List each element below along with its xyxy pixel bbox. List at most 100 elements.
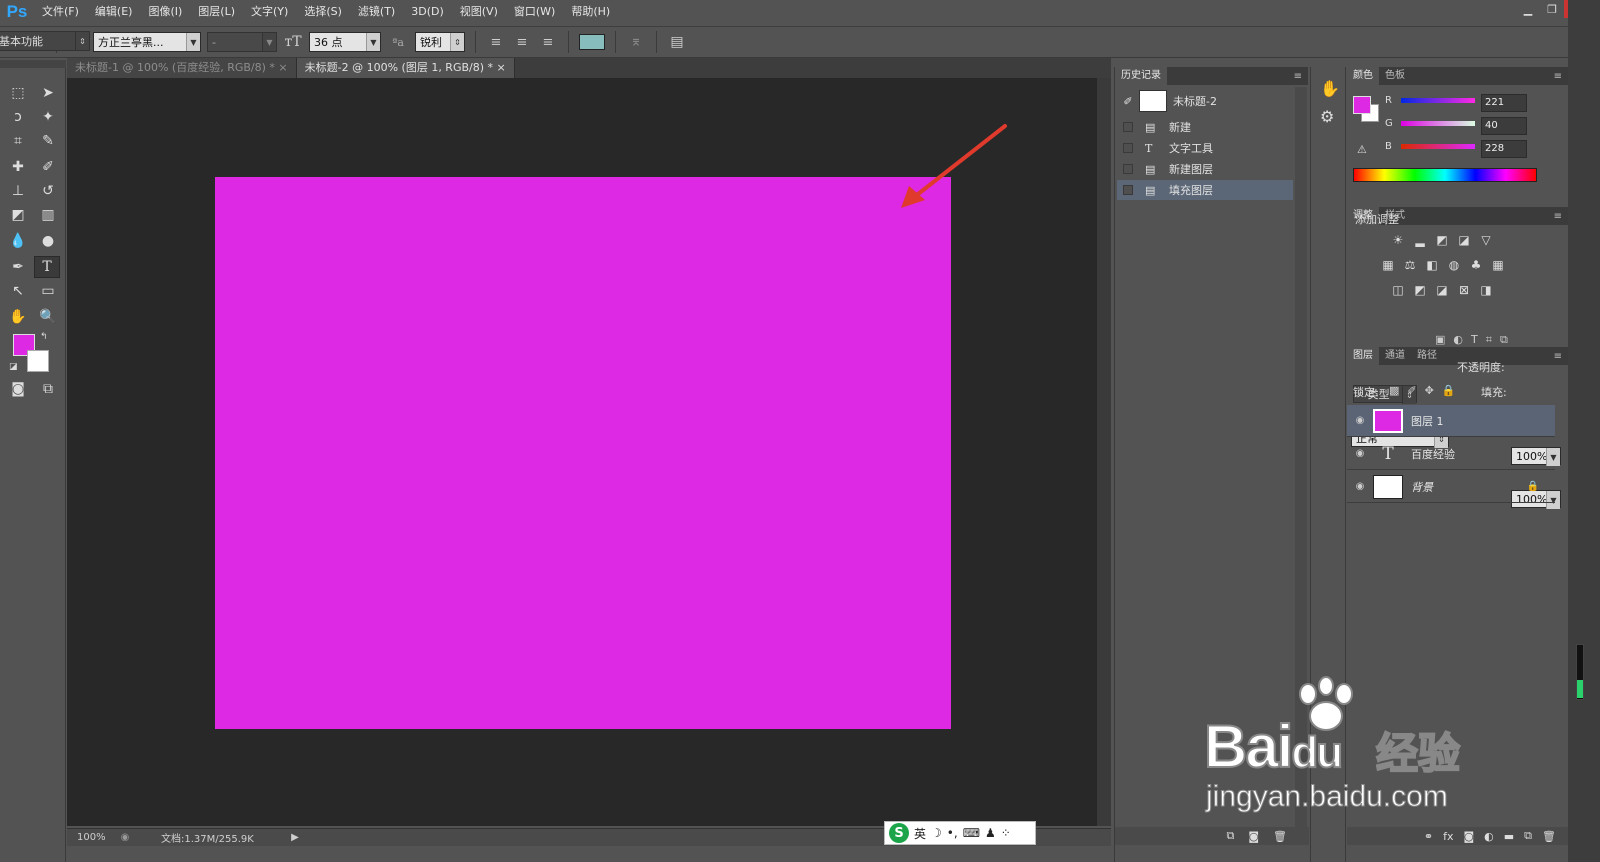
adjustment-filter-icon[interactable]: ◐	[1453, 333, 1463, 347]
layer-row-text[interactable]: ◉ T 百度经验	[1347, 438, 1555, 470]
panel-menu-icon[interactable]: ≡	[1294, 71, 1302, 82]
layer-row-layer1[interactable]: ◉ 图层 1	[1347, 405, 1555, 437]
color-spectrum-ramp[interactable]	[1353, 168, 1537, 182]
tab-swatches[interactable]: 色板	[1379, 67, 1411, 85]
blue-value[interactable]: 228	[1481, 140, 1527, 158]
minimize-icon[interactable]: ▁	[1516, 0, 1540, 18]
close-icon[interactable]: ×	[278, 61, 287, 74]
threshold-icon[interactable]: ◪	[1433, 282, 1451, 298]
menu-filter[interactable]: 滤镜(T)	[350, 0, 403, 24]
shape-filter-icon[interactable]: ⌗	[1486, 333, 1492, 347]
sogou-logo-icon[interactable]: S	[889, 823, 909, 843]
align-right-icon[interactable]: ≡	[538, 35, 558, 50]
vertical-scrollbar[interactable]	[1097, 78, 1111, 826]
grid-icon[interactable]: ⁘	[1001, 826, 1011, 840]
history-item[interactable]: ▤ 新建图层	[1117, 159, 1293, 179]
zoom-level[interactable]: 100%	[67, 832, 115, 843]
history-item-selected[interactable]: ▤ 填充图层	[1117, 180, 1293, 200]
folder-icon[interactable]: ▬	[1504, 830, 1514, 843]
tab-channels[interactable]: 通道	[1379, 347, 1411, 365]
menu-select[interactable]: 选择(S)	[296, 0, 350, 24]
antialias-select[interactable]: 锐利 ⇕	[415, 32, 465, 52]
eye-icon[interactable]: ◉	[1347, 481, 1373, 492]
panel-menu-icon[interactable]: ≡	[1554, 71, 1562, 82]
lock-brush-icon[interactable]: ✐	[1407, 384, 1416, 397]
align-left-icon[interactable]: ≡	[486, 35, 506, 50]
play-icon[interactable]: ▶	[285, 832, 305, 843]
document-canvas[interactable]	[215, 177, 951, 729]
magic-wand-icon[interactable]: ✦	[35, 106, 61, 128]
checkbox[interactable]	[1123, 164, 1133, 174]
tab-history[interactable]: 历史记录	[1115, 67, 1167, 85]
history-snapshot[interactable]: ✐ 未标题-2	[1117, 87, 1293, 115]
punctuation-icon[interactable]: •,	[947, 826, 958, 840]
workspace-select[interactable]: 基本功能 ⇕	[0, 31, 90, 51]
eye-icon[interactable]: ◉	[1347, 415, 1373, 426]
background-color-swatch[interactable]	[27, 350, 49, 372]
checkbox[interactable]	[1123, 143, 1133, 153]
eraser-icon[interactable]: ◩	[5, 204, 31, 226]
checkbox[interactable]	[1123, 122, 1133, 132]
mask-icon[interactable]: ◙	[1463, 830, 1474, 843]
lock-all-icon[interactable]: 🔒	[1442, 384, 1456, 397]
tool-preset-icon[interactable]: ⚙	[1320, 107, 1334, 126]
default-colors-icon[interactable]: ◪	[9, 362, 18, 372]
tab-paths[interactable]: 路径	[1411, 347, 1443, 365]
adjustment-layer-icon[interactable]: ◐	[1484, 830, 1494, 843]
character-panel-icon[interactable]: ▤	[667, 34, 687, 50]
menu-help[interactable]: 帮助(H)	[563, 0, 618, 24]
type-tool-icon[interactable]: T	[34, 256, 60, 278]
pen-icon[interactable]: ✒	[5, 256, 31, 278]
tab-untitled-2[interactable]: 未标题-2 @ 100% (图层 1, RGB/8) * ×	[296, 58, 515, 78]
history-item[interactable]: ▤ 新建	[1117, 117, 1293, 137]
black-white-icon[interactable]: ◧	[1423, 257, 1441, 273]
swap-colors-icon[interactable]: ↰	[40, 332, 48, 342]
font-style-select[interactable]: - ▼	[207, 32, 277, 52]
panel-menu-icon[interactable]: ≡	[1554, 351, 1562, 362]
moon-icon[interactable]: ☽	[931, 826, 942, 840]
history-item[interactable]: T 文字工具	[1117, 138, 1293, 158]
color-lookup-icon[interactable]: ▦	[1489, 257, 1507, 273]
tab-layers[interactable]: 图层	[1347, 347, 1379, 365]
layer-row-background[interactable]: ◉ 背景 🔒	[1347, 471, 1555, 503]
text-color-swatch[interactable]	[579, 34, 605, 50]
dodge-icon[interactable]: ●	[35, 230, 61, 252]
crop-icon[interactable]: ⌗	[5, 130, 31, 152]
channel-mixer-icon[interactable]: ♣	[1467, 257, 1485, 273]
history-brush-icon[interactable]: ↺	[35, 180, 61, 202]
align-center-icon[interactable]: ≡	[512, 35, 532, 50]
gradient-icon[interactable]: ▥	[35, 204, 61, 226]
photo-filter-icon[interactable]: ◍	[1445, 257, 1463, 273]
keyboard-icon[interactable]: ⌨	[963, 826, 980, 840]
move-icon[interactable]: ➤	[35, 82, 61, 104]
lock-move-icon[interactable]: ✥	[1425, 384, 1434, 397]
quick-mask-icon[interactable]: ◙	[5, 378, 31, 400]
vibrance-icon[interactable]: ▽	[1477, 232, 1495, 248]
ime-language[interactable]: 英	[914, 825, 926, 842]
warp-text-icon[interactable]: ⌆	[626, 34, 646, 50]
selective-color-icon[interactable]: ◨	[1477, 282, 1495, 298]
screen-mode-icon[interactable]: ⧉	[35, 378, 61, 400]
levels-icon[interactable]: ▂	[1411, 232, 1429, 248]
blue-slider[interactable]	[1401, 144, 1475, 149]
red-value[interactable]: 221	[1481, 94, 1527, 112]
hue-saturation-icon[interactable]: ▦	[1379, 257, 1397, 273]
rectangle-icon[interactable]: ▭	[35, 280, 61, 302]
trash-icon[interactable]: 🗑	[1542, 830, 1556, 843]
close-icon[interactable]: ×	[497, 61, 506, 74]
history-scrollbar[interactable]	[1295, 87, 1307, 827]
menu-file[interactable]: 文件(F)	[34, 0, 87, 24]
curves-icon[interactable]: ◩	[1433, 232, 1451, 248]
image-filter-icon[interactable]: ▣	[1435, 333, 1445, 347]
fx-icon[interactable]: fx	[1443, 830, 1453, 843]
menu-image[interactable]: 图像(I)	[140, 0, 190, 24]
hand-icon[interactable]: ✋	[5, 306, 31, 328]
eye-icon[interactable]: ◉	[1347, 448, 1373, 459]
share-icon[interactable]: ◉	[115, 832, 135, 843]
font-family-select[interactable]: 方正兰亭黑... ▼	[93, 32, 201, 52]
green-slider[interactable]	[1401, 121, 1475, 126]
tab-color[interactable]: 颜色	[1347, 67, 1379, 85]
menu-window[interactable]: 窗口(W)	[506, 0, 563, 24]
brush-preset-icon[interactable]: ✋	[1320, 79, 1340, 98]
eyedropper-icon[interactable]: ✎	[35, 130, 61, 152]
